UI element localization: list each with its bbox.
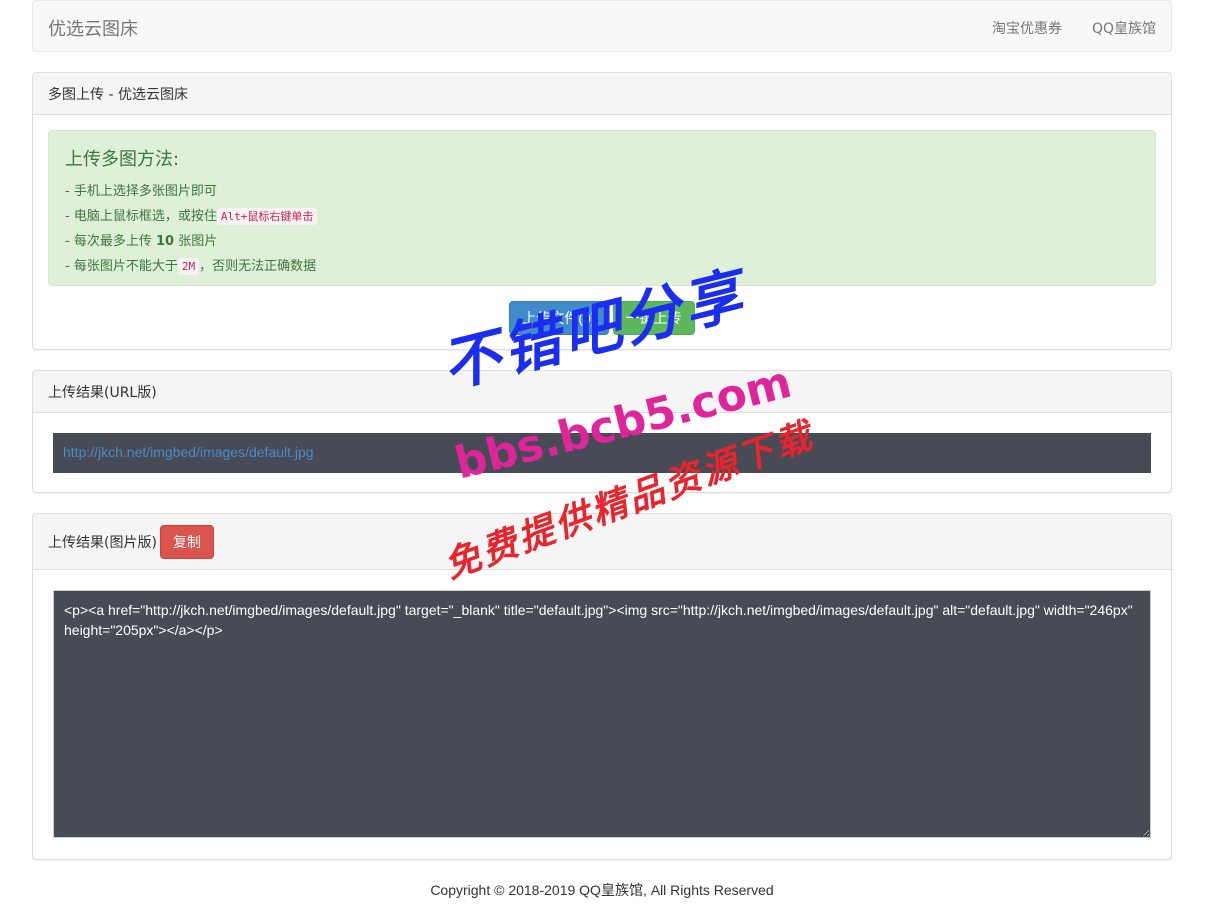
tips-title: 上传多图方法: — [65, 149, 180, 170]
navbar-brand[interactable]: 优选云图床 — [48, 15, 138, 41]
url-result-heading: 上传结果(URL版) — [33, 371, 1171, 413]
tip-desktop-code: Alt+鼠标右键单击 — [216, 208, 318, 225]
image-result-heading: 上传结果(图片版) 复制 — [33, 514, 1171, 570]
upload-button-row: 上传文件(0) 一键上传 — [48, 301, 1156, 335]
tip-max-count: - 每次最多上传 10 张图片 — [65, 229, 1140, 254]
image-result-body: <p><a href="http://jkch.net/imgbed/image… — [33, 570, 1171, 858]
image-html-code-textarea[interactable]: <p><a href="http://jkch.net/imgbed/image… — [53, 590, 1151, 838]
tip-max-count-prefix: - 每次最多上传 — [65, 234, 156, 249]
navbar: 优选云图床 淘宝优惠券 QQ皇族馆 — [32, 0, 1172, 52]
footer: Copyright © 2018-2019 QQ皇族馆, All Rights … — [0, 880, 1204, 900]
tip-max-size-prefix: - 每张图片不能大于 — [65, 259, 178, 274]
tip-max-size-code: 2M — [177, 258, 200, 275]
upload-file-button[interactable]: 上传文件(0) — [509, 301, 609, 335]
nav-links: 淘宝优惠券 QQ皇族馆 — [992, 18, 1156, 38]
tip-max-size: - 每张图片不能大于 2M ，否则无法正确数据 — [65, 254, 1140, 279]
copy-button[interactable]: 复制 — [159, 524, 214, 559]
tip-max-count-number: 10 — [155, 234, 175, 249]
upload-panel: 多图上传 - 优选云图床 上传多图方法: - 手机上选择多张图片即可 - 电脑上… — [32, 72, 1172, 350]
upload-panel-body: 上传多图方法: - 手机上选择多张图片即可 - 电脑上鼠标框选，或按住 Alt+鼠… — [33, 115, 1171, 350]
nav-link-taobao-coupon[interactable]: 淘宝优惠券 — [992, 18, 1062, 38]
upload-tips-alert: 上传多图方法: - 手机上选择多张图片即可 - 电脑上鼠标框选，或按住 Alt+鼠… — [48, 130, 1156, 286]
one-click-upload-button[interactable]: 一键上传 — [612, 301, 695, 335]
tip-desktop-text: - 电脑上鼠标框选，或按住 — [65, 209, 217, 224]
url-result-panel: 上传结果(URL版) http://jkch.net/imgbed/images… — [32, 370, 1172, 493]
nav-link-qq-clan[interactable]: QQ皇族馆 — [1092, 18, 1156, 38]
image-result-panel: 上传结果(图片版) 复制 <p><a href="http://jkch.net… — [32, 513, 1172, 860]
tip-desktop: - 电脑上鼠标框选，或按住 Alt+鼠标右键单击 — [65, 204, 1140, 229]
result-url-link[interactable]: http://jkch.net/imgbed/images/default.jp… — [63, 444, 314, 460]
tip-mobile: - 手机上选择多张图片即可 — [65, 184, 217, 199]
image-result-heading-text: 上传结果(图片版) — [48, 534, 157, 551]
footer-site-link[interactable]: QQ皇族馆 — [579, 882, 643, 898]
tip-max-size-suffix: ，否则无法正确数据 — [199, 259, 317, 274]
url-result-body: http://jkch.net/imgbed/images/default.jp… — [33, 413, 1171, 493]
footer-copyright-suffix: , All Rights Reserved — [642, 882, 774, 898]
upload-panel-heading: 多图上传 - 优选云图床 — [33, 73, 1171, 115]
footer-copyright-prefix: Copyright © 2018-2019 — [430, 882, 580, 898]
tip-max-count-suffix: 张图片 — [174, 234, 218, 249]
url-result-box: http://jkch.net/imgbed/images/default.jp… — [53, 433, 1151, 473]
